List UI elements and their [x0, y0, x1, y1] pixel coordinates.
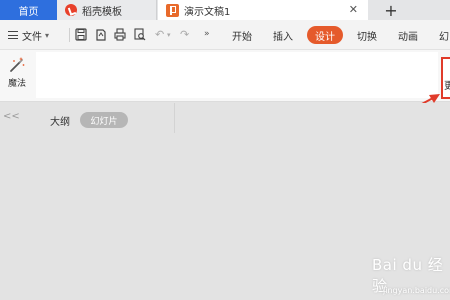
- hamburger-icon: [8, 31, 18, 39]
- chevron-down-icon: ▾: [45, 30, 50, 40]
- baidu-watermark-url: jingyan.baidu.com: [383, 286, 450, 295]
- more-chevron-icon[interactable]: »: [204, 29, 216, 42]
- docer-logo-icon: [65, 4, 77, 16]
- tab-template-label: 稻壳模板: [82, 6, 122, 18]
- side-panel-header: << 大纲 幻灯片: [0, 103, 450, 131]
- menu-insert[interactable]: 插入: [273, 28, 293, 43]
- menu-bar: 文件 ▾ ↶ ▾ ↷ » 开始 插入 设计 切换 动画 幻: [0, 20, 450, 50]
- collapse-panel-icon[interactable]: <<: [3, 111, 20, 122]
- menu-transition[interactable]: 切换: [357, 28, 377, 43]
- print-icon[interactable]: [114, 28, 126, 41]
- redo-icon[interactable]: ↷: [180, 28, 192, 41]
- presentation-icon: [166, 3, 179, 17]
- new-tab-button[interactable]: +: [380, 0, 402, 20]
- menu-start[interactable]: 开始: [232, 28, 252, 43]
- file-menu-button[interactable]: 文件 ▾: [8, 27, 49, 43]
- menu-design[interactable]: 设计: [307, 26, 343, 44]
- close-tab-icon[interactable]: ✕: [349, 3, 358, 16]
- panel-divider: [174, 103, 175, 133]
- export-pdf-icon[interactable]: [95, 28, 107, 41]
- menu-slideshow[interactable]: 幻: [439, 28, 449, 43]
- magic-button[interactable]: 魔法: [3, 56, 31, 89]
- tab-template[interactable]: 稻壳模板: [57, 0, 157, 20]
- undo-dropdown-icon[interactable]: ▾: [167, 31, 179, 44]
- print-preview-icon[interactable]: [134, 28, 146, 41]
- file-menu-label: 文件: [22, 31, 42, 43]
- outline-tab[interactable]: 大纲: [50, 113, 70, 128]
- menu-animation[interactable]: 动画: [398, 28, 418, 43]
- tab-home-label: 首页: [18, 6, 39, 18]
- magic-wand-icon: [10, 57, 25, 72]
- tab-document[interactable]: 演示文稿1 ✕: [158, 0, 368, 20]
- undo-icon[interactable]: ↶: [155, 28, 167, 41]
- divider: [69, 28, 70, 42]
- magic-label: 魔法: [7, 79, 26, 89]
- tab-home[interactable]: 首页: [0, 0, 57, 20]
- slides-tab[interactable]: 幻灯片: [80, 112, 128, 128]
- tab-bar: 首页 稻壳模板 演示文稿1 ✕ +: [0, 0, 450, 20]
- save-icon[interactable]: [75, 28, 87, 41]
- tab-document-label: 演示文稿1: [184, 6, 231, 18]
